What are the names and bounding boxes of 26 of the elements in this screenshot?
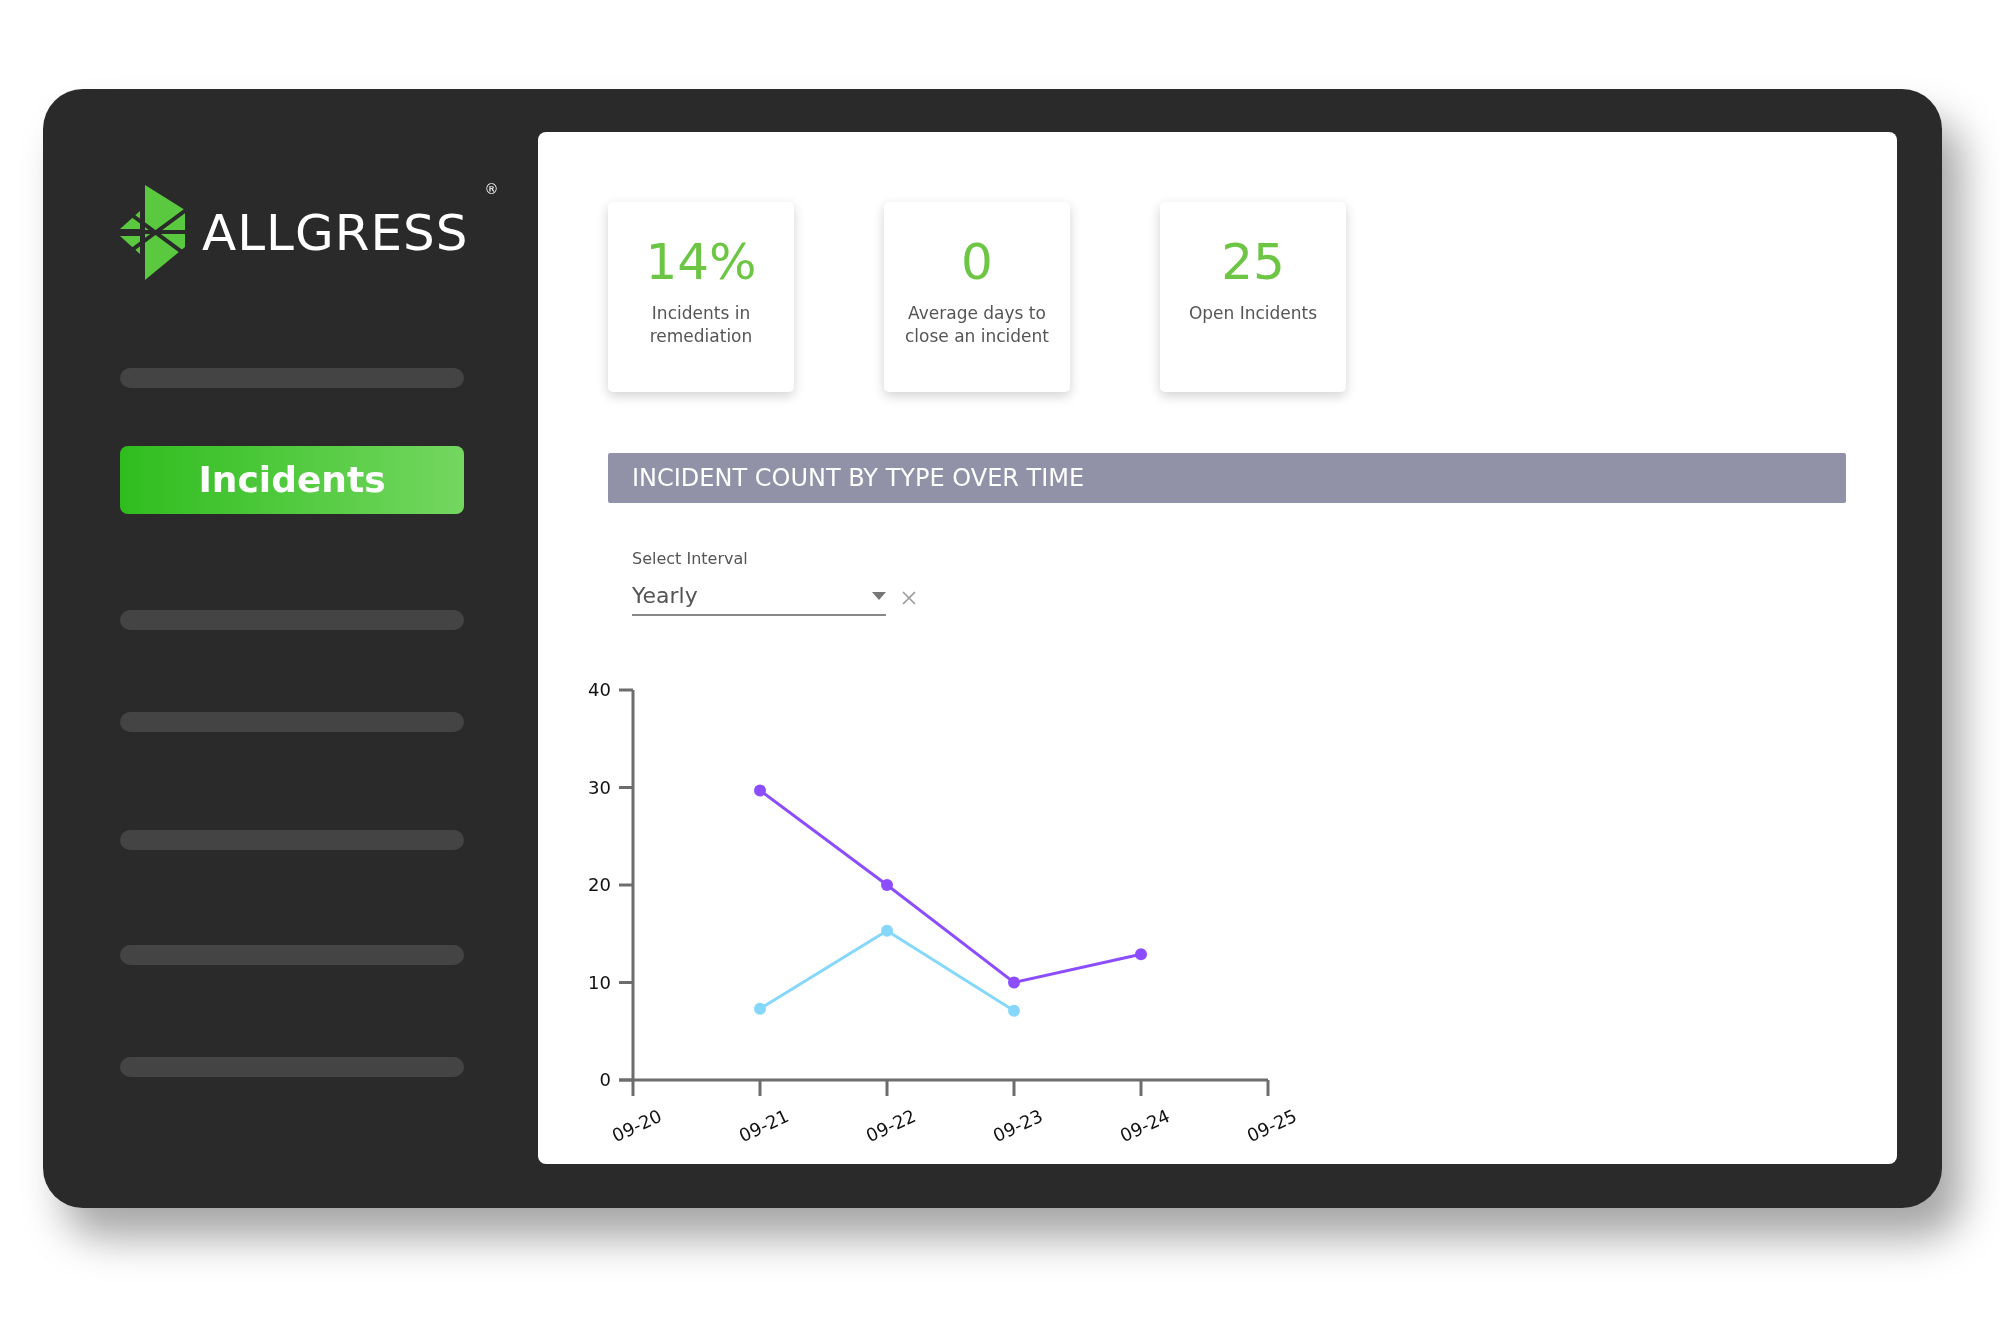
point — [1008, 1004, 1020, 1017]
logo-text: ALLGRESS — [202, 207, 469, 258]
logo-icon — [120, 185, 186, 280]
point — [754, 1002, 766, 1015]
point — [1008, 976, 1020, 989]
stat-label: Incidents in remediation — [648, 302, 754, 348]
y-tick-label: 10 — [588, 971, 611, 993]
stat-label: Average days to close an incident — [903, 302, 1050, 348]
point — [1135, 948, 1147, 961]
point — [881, 924, 893, 937]
stat-value: 25 — [1220, 232, 1286, 292]
interval-select[interactable]: Yearly — [632, 579, 886, 616]
y-tick-label: 20 — [588, 874, 611, 895]
clear-button[interactable] — [902, 589, 916, 606]
stat-value: 14% — [644, 232, 758, 292]
y-tick-label: 30 — [588, 776, 611, 798]
field-label: Select Interval — [632, 548, 749, 570]
stat-value: 0 — [960, 232, 994, 292]
caret-icon — [872, 591, 886, 600]
point — [754, 784, 766, 797]
y-tick-label: 40 — [588, 679, 611, 700]
registered-mark: ® — [484, 180, 499, 199]
y-tick-label: 0 — [599, 1069, 611, 1090]
point — [881, 879, 893, 891]
section-header: INCIDENT COUNT BY TYPE OVER TIME — [608, 453, 1846, 503]
stat-label: Open Incidents — [1187, 302, 1319, 325]
